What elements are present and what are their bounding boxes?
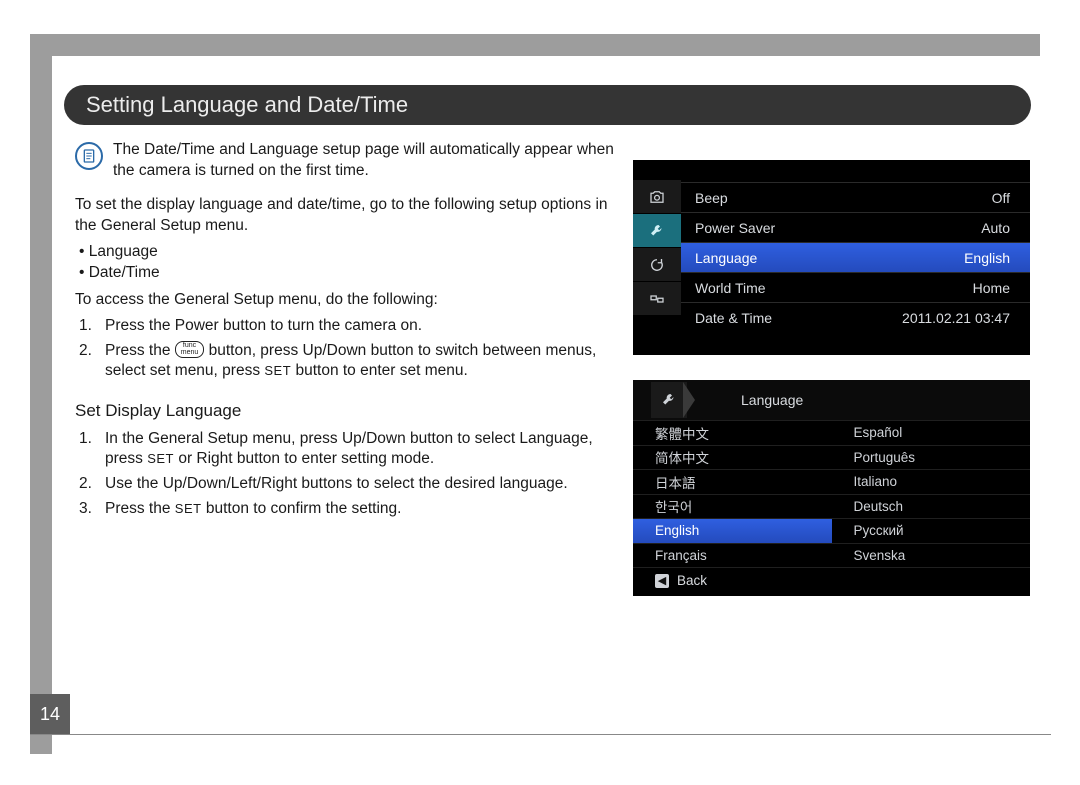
breadcrumb: Language — [633, 380, 1030, 420]
menu-row: Date & Time 2011.02.21 03:47 — [681, 302, 1030, 332]
back-label: Back — [677, 573, 707, 588]
bullet-item: Language — [79, 242, 615, 263]
gray-band-left — [30, 34, 52, 754]
body-text: The Date/Time and Language setup page wi… — [75, 140, 615, 523]
step-text: Press the funcmenu button, press Up/Down… — [105, 341, 615, 382]
tab-refresh-icon — [633, 248, 681, 282]
menu-label: Language — [695, 250, 757, 266]
language-option: 日本語 — [633, 469, 832, 494]
func-menu-button-icon: funcmenu — [175, 341, 205, 359]
wrench-icon — [651, 382, 687, 418]
language-option: 简体中文 — [633, 445, 832, 470]
step-number: 2. — [79, 474, 99, 495]
options-bullets: Language Date/Time — [79, 242, 615, 283]
menu-row: Power Saver Auto — [681, 212, 1030, 242]
menu-row: Beep Off — [681, 182, 1030, 212]
menu-row: Language English — [681, 242, 1030, 272]
menu-label: World Time — [695, 280, 766, 296]
menu-value: Home — [973, 280, 1010, 296]
step-number: 2. — [79, 341, 99, 382]
language-option: Español — [832, 420, 1031, 445]
language-option: Português — [832, 445, 1031, 470]
step-number: 1. — [79, 316, 99, 337]
language-option: Svenska — [832, 543, 1031, 568]
tab-camera-icon — [633, 180, 681, 214]
settings-tab-sidebar — [633, 180, 681, 355]
language-option: 한국어 — [633, 494, 832, 519]
tab-wrench-icon — [633, 214, 681, 248]
language-option: English — [633, 518, 832, 543]
step-text: Press the Power button to turn the camer… — [105, 316, 422, 337]
language-option: Italiano — [832, 469, 1031, 494]
menu-label: Date & Time — [695, 310, 772, 326]
menu-label: Power Saver — [695, 220, 775, 236]
access-steps: 1. Press the Power button to turn the cam… — [79, 316, 615, 382]
section-heading: Setting Language and Date/Time — [64, 85, 1031, 125]
menu-value: 2011.02.21 03:47 — [902, 310, 1010, 326]
menu-row: World Time Home — [681, 272, 1030, 302]
subheading: Set Display Language — [75, 400, 615, 423]
tab-connect-icon — [633, 282, 681, 316]
page-number: 14 — [30, 694, 70, 734]
screenshot-language-menu: Language 繁體中文Español简体中文Português日本語Ital… — [633, 380, 1030, 596]
menu-label: Beep — [695, 190, 728, 206]
manual-page: 14 Setting Language and Date/Time The Da… — [0, 0, 1080, 785]
note-icon — [75, 142, 103, 170]
menu-value: English — [964, 250, 1010, 266]
language-grid: 繁體中文Español简体中文Português日本語Italiano한국어De… — [633, 420, 1030, 567]
intro-paragraph: To set the display language and date/tim… — [75, 195, 615, 236]
step-number: 1. — [79, 429, 99, 470]
chevron-right-icon — [683, 382, 695, 418]
back-row: ◀ Back — [633, 567, 1030, 593]
settings-menu: Beep Off Power Saver Auto Language English Wor… — [681, 180, 1030, 355]
language-option: Deutsch — [832, 494, 1031, 519]
language-option: 繁體中文 — [633, 420, 832, 445]
breadcrumb-title: Language — [741, 392, 803, 408]
gray-band-top — [30, 34, 1040, 56]
menu-value: Auto — [981, 220, 1010, 236]
set-label: SET — [264, 363, 291, 378]
step-text: In the General Setup menu, press Up/Down… — [105, 429, 615, 470]
bullet-item: Date/Time — [79, 263, 615, 284]
set-label: SET — [175, 501, 202, 516]
set-label: SET — [147, 451, 174, 466]
page-rule — [30, 734, 1051, 735]
language-option: Français — [633, 543, 832, 568]
screenshot-general-setup: Beep Off Power Saver Auto Language English Wor… — [633, 160, 1030, 355]
language-option: Русский — [832, 518, 1031, 543]
back-button-icon: ◀ — [655, 574, 669, 588]
lang-steps: 1. In the General Setup menu, press Up/D… — [79, 429, 615, 519]
step-number: 3. — [79, 499, 99, 520]
note-text: The Date/Time and Language setup page wi… — [113, 140, 615, 181]
step-text: Use the Up/Down/Left/Right buttons to se… — [105, 474, 568, 495]
menu-value: Off — [992, 190, 1010, 206]
access-intro: To access the General Setup menu, do the… — [75, 290, 615, 311]
step-text: Press the SET button to confirm the sett… — [105, 499, 401, 520]
